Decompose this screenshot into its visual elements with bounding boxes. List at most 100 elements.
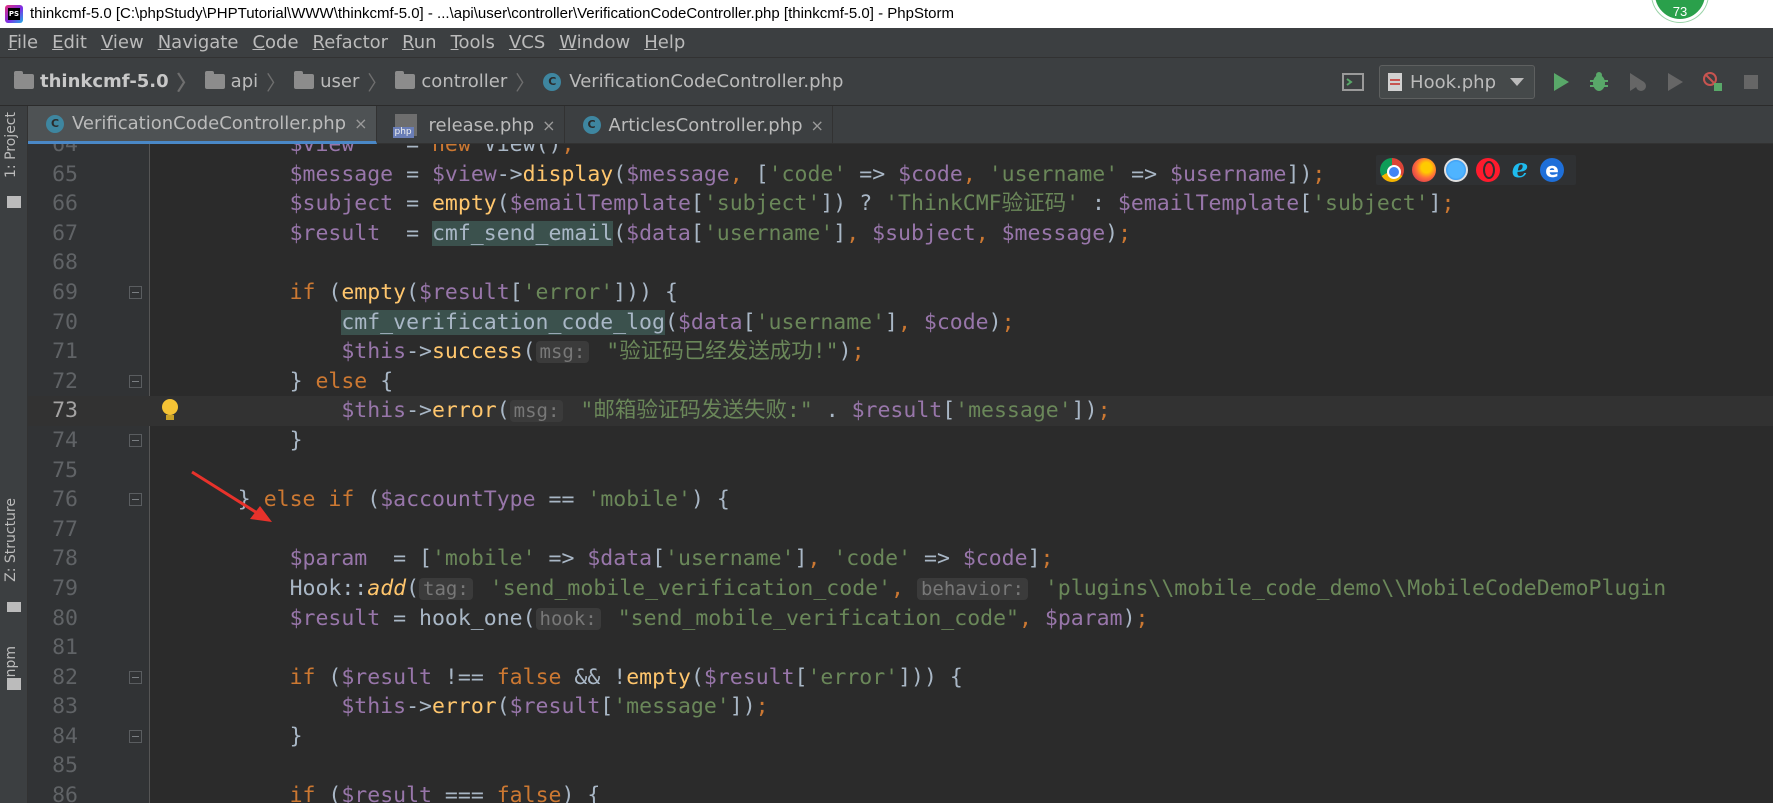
phpstorm-logo-icon <box>5 5 23 23</box>
opera-icon[interactable] <box>1476 158 1500 182</box>
fold-marker-icon[interactable] <box>129 493 142 507</box>
editor-tab-bar: C VerificationCodeController.php × relea… <box>28 106 1773 144</box>
firefox-icon[interactable] <box>1412 158 1436 182</box>
code-line[interactable]: 84 } <box>28 722 1773 752</box>
tool-window-project[interactable]: 1: Project <box>3 112 19 178</box>
tab-verification-code-controller[interactable]: C VerificationCodeController.php × <box>28 106 377 144</box>
fold-marker-icon[interactable] <box>129 433 142 447</box>
code-editor[interactable]: 64 $view = new View(); 65 $message = $vie… <box>28 144 1773 803</box>
line-number: 75 <box>52 457 78 483</box>
breadcrumb-separator: 〉 <box>515 71 536 95</box>
breadcrumb-separator: 〉 <box>367 71 388 95</box>
line-number: 77 <box>52 516 78 542</box>
breadcrumb-project[interactable]: thinkcmf-5.0 〉 <box>14 67 205 96</box>
profile-icon[interactable] <box>1663 70 1687 94</box>
php-class-icon: C <box>582 116 601 134</box>
breadcrumb-folder-controller[interactable]: controller 〉 <box>395 67 543 96</box>
breadcrumb-file[interactable]: C VerificationCodeController.php <box>543 71 843 92</box>
code-text: $result = hook_one(hook: "send_mobile_ve… <box>289 605 1149 631</box>
php-file-icon <box>392 114 417 138</box>
code-line[interactable]: 85 <box>28 751 1773 781</box>
menu-run[interactable]: Run <box>402 32 437 53</box>
line-number: 72 <box>52 368 78 394</box>
line-number: 86 <box>52 783 78 803</box>
code-line[interactable]: 69 if (empty($result['error'])) { <box>28 278 1773 308</box>
menu-window[interactable]: Window <box>559 32 630 53</box>
code-line[interactable]: 73 $this->error(msg: "邮箱验证码发送失败:" . $res… <box>28 396 1773 426</box>
fold-marker-icon[interactable] <box>129 729 142 743</box>
code-line[interactable]: 82 if ($result !== false && !empty($resu… <box>28 663 1773 693</box>
fold-marker-icon[interactable] <box>129 374 142 388</box>
close-icon[interactable]: × <box>354 114 367 133</box>
code-line[interactable]: 70 cmf_verification_code_log($data['user… <box>28 308 1773 338</box>
menu-edit[interactable]: Edit <box>52 32 87 53</box>
fold-marker-icon[interactable] <box>129 285 142 299</box>
code-line[interactable]: 77 <box>28 515 1773 545</box>
run-icon[interactable] <box>1549 70 1573 94</box>
menu-bar: File Edit View Navigate Code Refactor Ru… <box>0 28 1773 58</box>
php-class-icon: C <box>46 114 64 133</box>
breadcrumb-separator: 〉 <box>176 71 197 95</box>
code-line[interactable]: 68 <box>28 248 1773 278</box>
code-line[interactable]: 80 $result = hook_one(hook: "send_mobile… <box>28 604 1773 634</box>
code-line[interactable]: 81 <box>28 633 1773 663</box>
breadcrumb-folder-user[interactable]: user 〉 <box>294 67 395 96</box>
menu-navigate[interactable]: Navigate <box>158 32 239 53</box>
coverage-icon[interactable] <box>1625 70 1649 94</box>
code-line[interactable]: 67 $result = cmf_send_email($data['usern… <box>28 219 1773 249</box>
line-number: 80 <box>52 605 78 631</box>
stop-icon[interactable] <box>1739 70 1763 94</box>
code-line[interactable]: 72 } else { <box>28 367 1773 397</box>
run-configuration-select[interactable]: Hook.php <box>1379 65 1535 99</box>
safari-icon[interactable] <box>1444 158 1468 182</box>
code-text: } <box>289 723 303 749</box>
terminal-icon[interactable] <box>1341 70 1365 94</box>
breadcrumb-folder-api[interactable]: api 〉 <box>204 67 294 96</box>
menu-help[interactable]: Help <box>644 32 685 53</box>
code-text: $this->error($result['message']); <box>341 694 769 720</box>
line-number: 76 <box>52 487 78 513</box>
fold-marker-icon[interactable] <box>129 670 142 684</box>
line-number: 84 <box>52 723 78 749</box>
line-number: 69 <box>52 279 78 305</box>
code-line[interactable]: 74 } <box>28 426 1773 456</box>
tab-release[interactable]: release.php × <box>377 106 565 144</box>
code-line[interactable]: 66 $subject = empty($emailTemplate['subj… <box>28 189 1773 219</box>
code-line[interactable]: 79 Hook::add(tag: 'send_mobile_verificat… <box>28 574 1773 604</box>
code-line[interactable]: 76 } else if ($accountType == 'mobile') … <box>28 485 1773 515</box>
debug-icon[interactable] <box>1587 70 1611 94</box>
code-line[interactable]: 78 $param = ['mobile' => $data['username… <box>28 544 1773 574</box>
folder-icon <box>395 71 416 89</box>
close-icon[interactable]: × <box>542 116 555 135</box>
line-number: 83 <box>52 694 78 720</box>
notification-badge[interactable]: 73 <box>1652 0 1708 22</box>
menu-refactor[interactable]: Refactor <box>313 32 389 53</box>
code-text: $subject = empty($emailTemplate['subject… <box>289 191 1455 217</box>
tool-window-npm[interactable]: npm <box>3 646 19 677</box>
close-icon[interactable]: × <box>811 116 824 135</box>
tab-articles-controller[interactable]: C ArticlesController.php × <box>565 106 833 144</box>
edge-icon[interactable]: e <box>1540 158 1564 182</box>
chrome-icon[interactable] <box>1380 158 1404 182</box>
code-text: $this->error(msg: "邮箱验证码发送失败:" . $result… <box>341 398 1111 424</box>
stop-debug-icon[interactable] <box>1701 70 1725 94</box>
code-line[interactable]: 83 $this->error($result['message']); <box>28 692 1773 722</box>
line-number: 82 <box>52 664 78 690</box>
ie-icon[interactable]: e <box>1508 156 1532 182</box>
tool-window-structure[interactable]: Z: Structure <box>3 498 19 582</box>
menu-view[interactable]: View <box>101 32 144 53</box>
menu-vcs[interactable]: VCS <box>509 32 545 53</box>
code-text: cmf_verification_code_log($data['usernam… <box>341 309 1015 335</box>
code-text: $view = new View(); <box>289 144 575 157</box>
menu-file[interactable]: File <box>8 32 38 53</box>
menu-code[interactable]: Code <box>252 32 298 53</box>
chevron-down-icon <box>1510 78 1524 86</box>
menu-tools[interactable]: Tools <box>451 32 495 53</box>
code-line[interactable]: 86 if ($result === false) { <box>28 781 1773 803</box>
code-line[interactable]: 75 <box>28 456 1773 486</box>
annotation-arrow <box>191 470 272 522</box>
lightbulb-icon[interactable] <box>162 399 178 423</box>
code-text: } <box>289 427 303 453</box>
code-line[interactable]: 71 $this->success(msg: "验证码已经发送成功!"); <box>28 337 1773 367</box>
line-number: 73 <box>52 398 78 424</box>
